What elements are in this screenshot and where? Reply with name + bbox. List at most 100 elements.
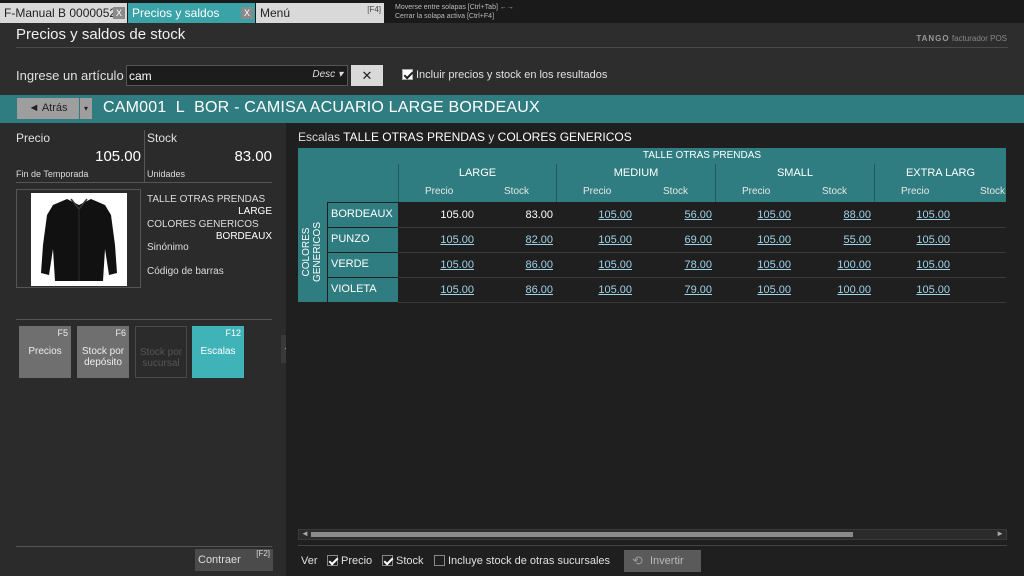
stock-cell[interactable]: 100.00 (801, 253, 871, 277)
price-cell[interactable]: 105.00 (880, 203, 950, 227)
price-cell[interactable]: 105.00 (562, 203, 632, 227)
price-label: Precio (16, 131, 51, 145)
tab-precios-y-saldos[interactable]: Precios y saldos X (128, 3, 255, 23)
price-cell: 105.00 (440, 209, 474, 221)
row-axis-line-2: GENERICOS (312, 222, 323, 283)
stock-cell[interactable]: 69.00 (642, 228, 712, 252)
stock-cell[interactable]: 86.00 (483, 253, 553, 277)
include-prices-label: Incluir precios y stock en los resultado… (416, 69, 608, 81)
brand-logo: TANGO facturador POS (916, 34, 1007, 43)
article-banner: ◄ Atrás ▾ CAM001 L BOR - CAMISA ACUARIO … (0, 95, 1024, 123)
invertir-button[interactable]: ⟲ Invertir (624, 550, 701, 572)
product-photo (31, 193, 127, 286)
escalas-title: Escalas TALLE OTRAS PRENDAS y COLORES GE… (298, 130, 632, 144)
tab-menu[interactable]: Menú [F4] (256, 3, 384, 23)
tab-label: Menú (260, 6, 291, 20)
back-history-dropdown[interactable]: ▾ (80, 98, 92, 119)
price-cell[interactable]: 105.00 (880, 253, 950, 277)
price-cell[interactable]: 105.00 (721, 278, 791, 302)
row-header-color: VERDE CLAR (328, 253, 398, 292)
price-cell[interactable]: 105.00 (404, 228, 474, 252)
escalas-prefix: Escalas (298, 130, 341, 144)
grid-corner (298, 148, 398, 202)
price-cell[interactable]: 105.00 (404, 278, 474, 302)
stock-cell[interactable]: 78.00 (642, 253, 712, 277)
article-separator: - (234, 99, 240, 116)
stock-por-deposito-button[interactable]: F6 Stock por depósito (77, 326, 129, 378)
show-precio-checkbox[interactable] (327, 555, 338, 566)
close-icon[interactable]: X (241, 7, 253, 19)
attr-talle-label: TALLE OTRAS PRENDAS (147, 194, 266, 205)
divider (16, 182, 272, 183)
button-label: Escalas (200, 346, 236, 357)
grid-top-header: TALLE OTRAS PRENDAS (398, 148, 1006, 164)
stock-cell[interactable]: 86.00 (483, 278, 553, 302)
search-field: Desc ▾ (126, 65, 348, 86)
scroll-thumb[interactable] (311, 532, 853, 537)
price-cell[interactable]: 105.00 (721, 203, 791, 227)
order-dropdown[interactable]: Desc ▾ (312, 69, 343, 80)
col-header-stock: Stock (794, 182, 874, 202)
price-cell[interactable]: 105.00 (880, 278, 950, 302)
stock-cell[interactable]: 88.00 (801, 203, 871, 227)
stock-cell[interactable]: 79.00 (642, 278, 712, 302)
size-header-large: LARGE (398, 164, 556, 182)
article-description: CAMISA ACUARIO LARGE BORDEAUX (244, 99, 540, 116)
back-button[interactable]: ◄ Atrás (17, 98, 79, 119)
article-size: L (175, 99, 185, 116)
chevron-down-icon: ▾ (337, 69, 343, 80)
button-label: Stock por sucursal (139, 347, 183, 369)
divider (16, 47, 1008, 48)
tab-factura[interactable]: F-Manual B 00000521 X (0, 3, 127, 23)
escalas-button[interactable]: F12 Escalas (192, 326, 244, 378)
brand-text: facturador POS (951, 34, 1007, 43)
stock-cell[interactable]: 56.00 (642, 203, 712, 227)
col-header-stock: Stock (953, 182, 1006, 202)
include-prices-option[interactable]: Incluir precios y stock en los resultado… (402, 69, 607, 81)
otras-sucursales-option[interactable]: Incluye stock de otras sucursales (434, 555, 610, 567)
include-prices-checkbox[interactable] (402, 69, 413, 80)
stock-cell[interactable]: 55.00 (801, 228, 871, 252)
scroll-left-icon[interactable]: ◄ (301, 529, 309, 538)
price-cell[interactable]: 105.00 (562, 278, 632, 302)
stock-cell[interactable]: 10 (958, 253, 1006, 277)
attr-talle-value: LARGE (238, 206, 272, 217)
col-header-precio: Precio (715, 182, 794, 202)
stock-cell[interactable]: 82.00 (483, 228, 553, 252)
shortcut-key: [F2] (256, 549, 270, 558)
shortcut-hint: [F4] (367, 5, 381, 14)
show-stock-option[interactable]: Stock (382, 555, 424, 567)
ver-label: Ver (301, 555, 318, 567)
precios-button[interactable]: F5 Precios (19, 326, 71, 378)
stock-cell[interactable]: 10 (958, 203, 1006, 227)
price-list-name: Fin de Temporada (16, 169, 89, 179)
stock-unit: Unidades (147, 169, 186, 179)
close-icon[interactable]: X (113, 7, 125, 19)
otras-sucursales-label: Incluye stock de otras sucursales (448, 555, 611, 567)
search-input[interactable] (129, 67, 304, 84)
swap-icon: ⟲ (632, 553, 643, 568)
show-stock-checkbox[interactable] (382, 555, 393, 566)
stock-cell[interactable]: 10 (958, 228, 1006, 252)
app-window: F-Manual B 00000521 X Precios y saldos X… (0, 0, 1024, 576)
button-label: Precios (28, 346, 62, 357)
price-cell[interactable]: 105.00 (880, 228, 950, 252)
horizontal-scrollbar[interactable]: ◄ ► (298, 529, 1007, 540)
price-cell[interactable]: 105.00 (721, 228, 791, 252)
attr-sinonimo-label: Sinónimo (147, 242, 189, 253)
scroll-right-icon[interactable]: ► (996, 529, 1004, 538)
price-cell[interactable]: 105.00 (721, 253, 791, 277)
tab-label: F-Manual B 00000521 (4, 6, 123, 20)
clear-search-button[interactable]: ✕ (351, 65, 383, 86)
attr-color-label: COLORES GENERICOS (147, 219, 259, 230)
show-precio-option[interactable]: Precio (327, 555, 372, 567)
price-cell[interactable]: 105.00 (404, 253, 474, 277)
row-divider (398, 302, 1006, 303)
stock-cell[interactable]: 10 (958, 278, 1006, 302)
otras-sucursales-checkbox[interactable] (434, 555, 445, 566)
stock-cell[interactable]: 100.00 (801, 278, 871, 302)
price-cell[interactable]: 105.00 (562, 228, 632, 252)
stock-label: Stock (147, 131, 178, 145)
contraer-button[interactable]: Contraer [F2] (195, 549, 273, 571)
price-cell[interactable]: 105.00 (562, 253, 632, 277)
